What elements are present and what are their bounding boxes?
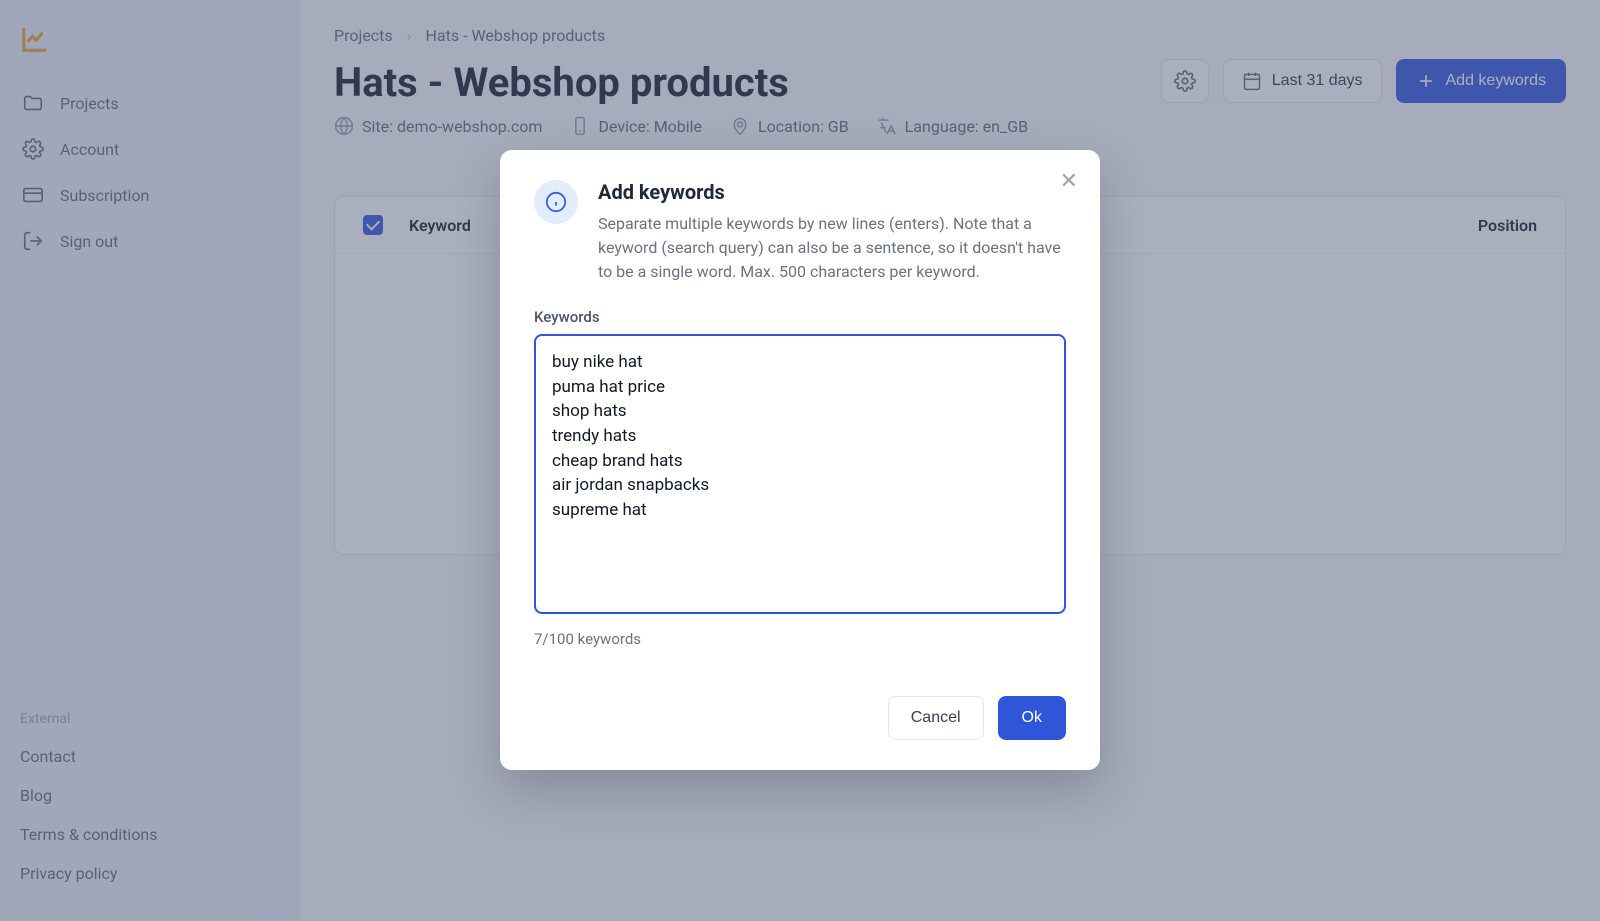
keywords-field-label: Keywords xyxy=(534,308,1066,326)
info-icon-badge xyxy=(534,180,578,224)
modal-description: Separate multiple keywords by new lines … xyxy=(598,212,1066,284)
modal-head-text: Add keywords Separate multiple keywords … xyxy=(598,180,1066,284)
keywords-counter: 7/100 keywords xyxy=(534,630,1066,648)
modal-title: Add keywords xyxy=(598,180,1066,204)
modal-body: Keywords 7/100 keywords xyxy=(534,308,1066,648)
modal-overlay: ✕ Add keywords Separate multiple keyword… xyxy=(0,0,1600,921)
modal-head: Add keywords Separate multiple keywords … xyxy=(534,180,1066,284)
close-button[interactable]: ✕ xyxy=(1060,170,1078,192)
add-keywords-modal: ✕ Add keywords Separate multiple keyword… xyxy=(500,150,1100,770)
modal-footer: Cancel Ok xyxy=(534,696,1066,740)
close-icon: ✕ xyxy=(1060,168,1078,193)
ok-button[interactable]: Ok xyxy=(998,696,1066,740)
info-icon xyxy=(545,191,567,213)
keywords-textarea[interactable] xyxy=(534,334,1066,614)
cancel-button[interactable]: Cancel xyxy=(888,696,984,740)
